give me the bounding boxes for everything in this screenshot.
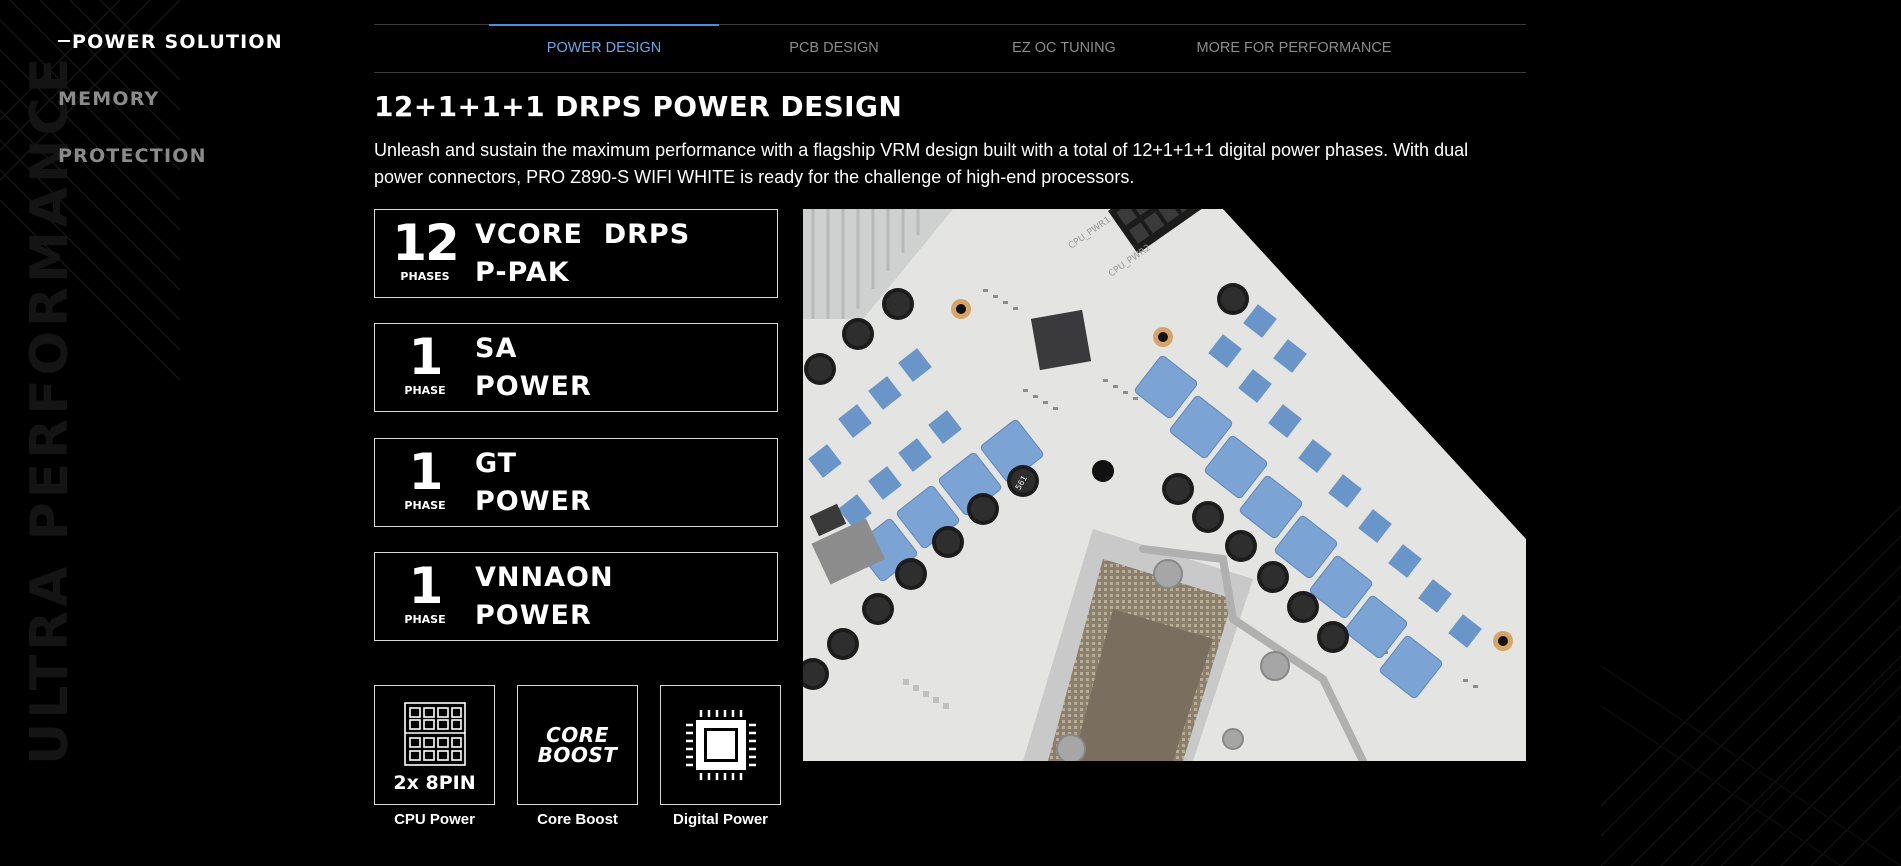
- motherboard-vrm-image: CPU_PWR1 CPU_PWR2 561: [803, 209, 1526, 761]
- tab-more-for-performance[interactable]: MORE FOR PERFORMANCE: [1179, 25, 1409, 72]
- core-boost-line1: CORE: [546, 723, 609, 747]
- feature-core-boost: CORE BOOST Core Boost: [517, 685, 638, 828]
- side-nav-item-memory[interactable]: MEMORY: [58, 85, 283, 142]
- phase-unit: PHASES: [400, 270, 450, 283]
- feature-caption: Digital Power: [672, 811, 769, 828]
- chip-icon: [660, 685, 781, 805]
- side-nav-item-protection[interactable]: PROTECTION: [58, 142, 283, 199]
- phase-count: 12: [392, 214, 460, 272]
- feature-digital-power: Digital Power: [660, 685, 781, 828]
- feature-cpu-power: 2x 8PIN CPU Power: [374, 685, 495, 828]
- phase-card-vnnaon: 1 PHASE VNNAON POWER: [374, 552, 778, 641]
- side-nav-item-label: POWER SOLUTION: [72, 31, 283, 53]
- side-nav-item-power-solution[interactable]: POWER SOLUTION: [58, 28, 283, 85]
- feature-caption: CPU Power: [394, 811, 475, 828]
- connector-label: 2x 8PIN: [393, 772, 476, 794]
- core-boost-line2: BOOST: [537, 743, 618, 767]
- feature-caption: Core Boost: [537, 811, 618, 828]
- side-nav-item-label: MEMORY: [58, 88, 160, 110]
- phase-count: 1: [408, 443, 444, 501]
- side-nav: POWER SOLUTION MEMORY PROTECTION: [58, 28, 283, 199]
- phase-count: 1: [408, 557, 444, 615]
- tab-ez-oc-tuning[interactable]: EZ OC TUNING: [949, 25, 1179, 72]
- phase-label: VNNAON POWER: [475, 562, 614, 631]
- phase-unit: PHASE: [404, 613, 446, 626]
- phase-card-vcore: 12 PHASES VCORE DRPS P-PAK: [374, 209, 778, 298]
- section-description: Unleash and sustain the maximum performa…: [374, 140, 1469, 187]
- phase-count: 1: [408, 328, 444, 386]
- phase-label: VCORE DRPS P-PAK: [475, 219, 691, 288]
- background-stripes-right: [1601, 466, 1901, 866]
- connector-8pin-icon: 2x 8PIN: [374, 685, 495, 805]
- phase-label: SA POWER: [475, 333, 592, 402]
- phase-label: GT POWER: [475, 448, 592, 517]
- tab-power-design[interactable]: POWER DESIGN: [489, 24, 719, 72]
- phase-card-gt: 1 PHASE GT POWER: [374, 438, 778, 527]
- phase-card-sa: 1 PHASE SA POWER: [374, 323, 778, 412]
- tab-pcb-design[interactable]: PCB DESIGN: [719, 25, 949, 72]
- core-boost-icon: CORE BOOST: [517, 685, 638, 805]
- active-indicator-dash: [58, 39, 70, 42]
- vertical-watermark: ULTRA PERFORMANCE: [20, 53, 80, 765]
- phase-unit: PHASE: [404, 499, 446, 512]
- section-title: 12+1+1+1 DRPS POWER DESIGN: [374, 90, 903, 123]
- side-nav-item-label: PROTECTION: [58, 145, 207, 167]
- tab-bar: POWER DESIGN PCB DESIGN EZ OC TUNING MOR…: [374, 24, 1526, 73]
- phase-unit: PHASE: [404, 384, 446, 397]
